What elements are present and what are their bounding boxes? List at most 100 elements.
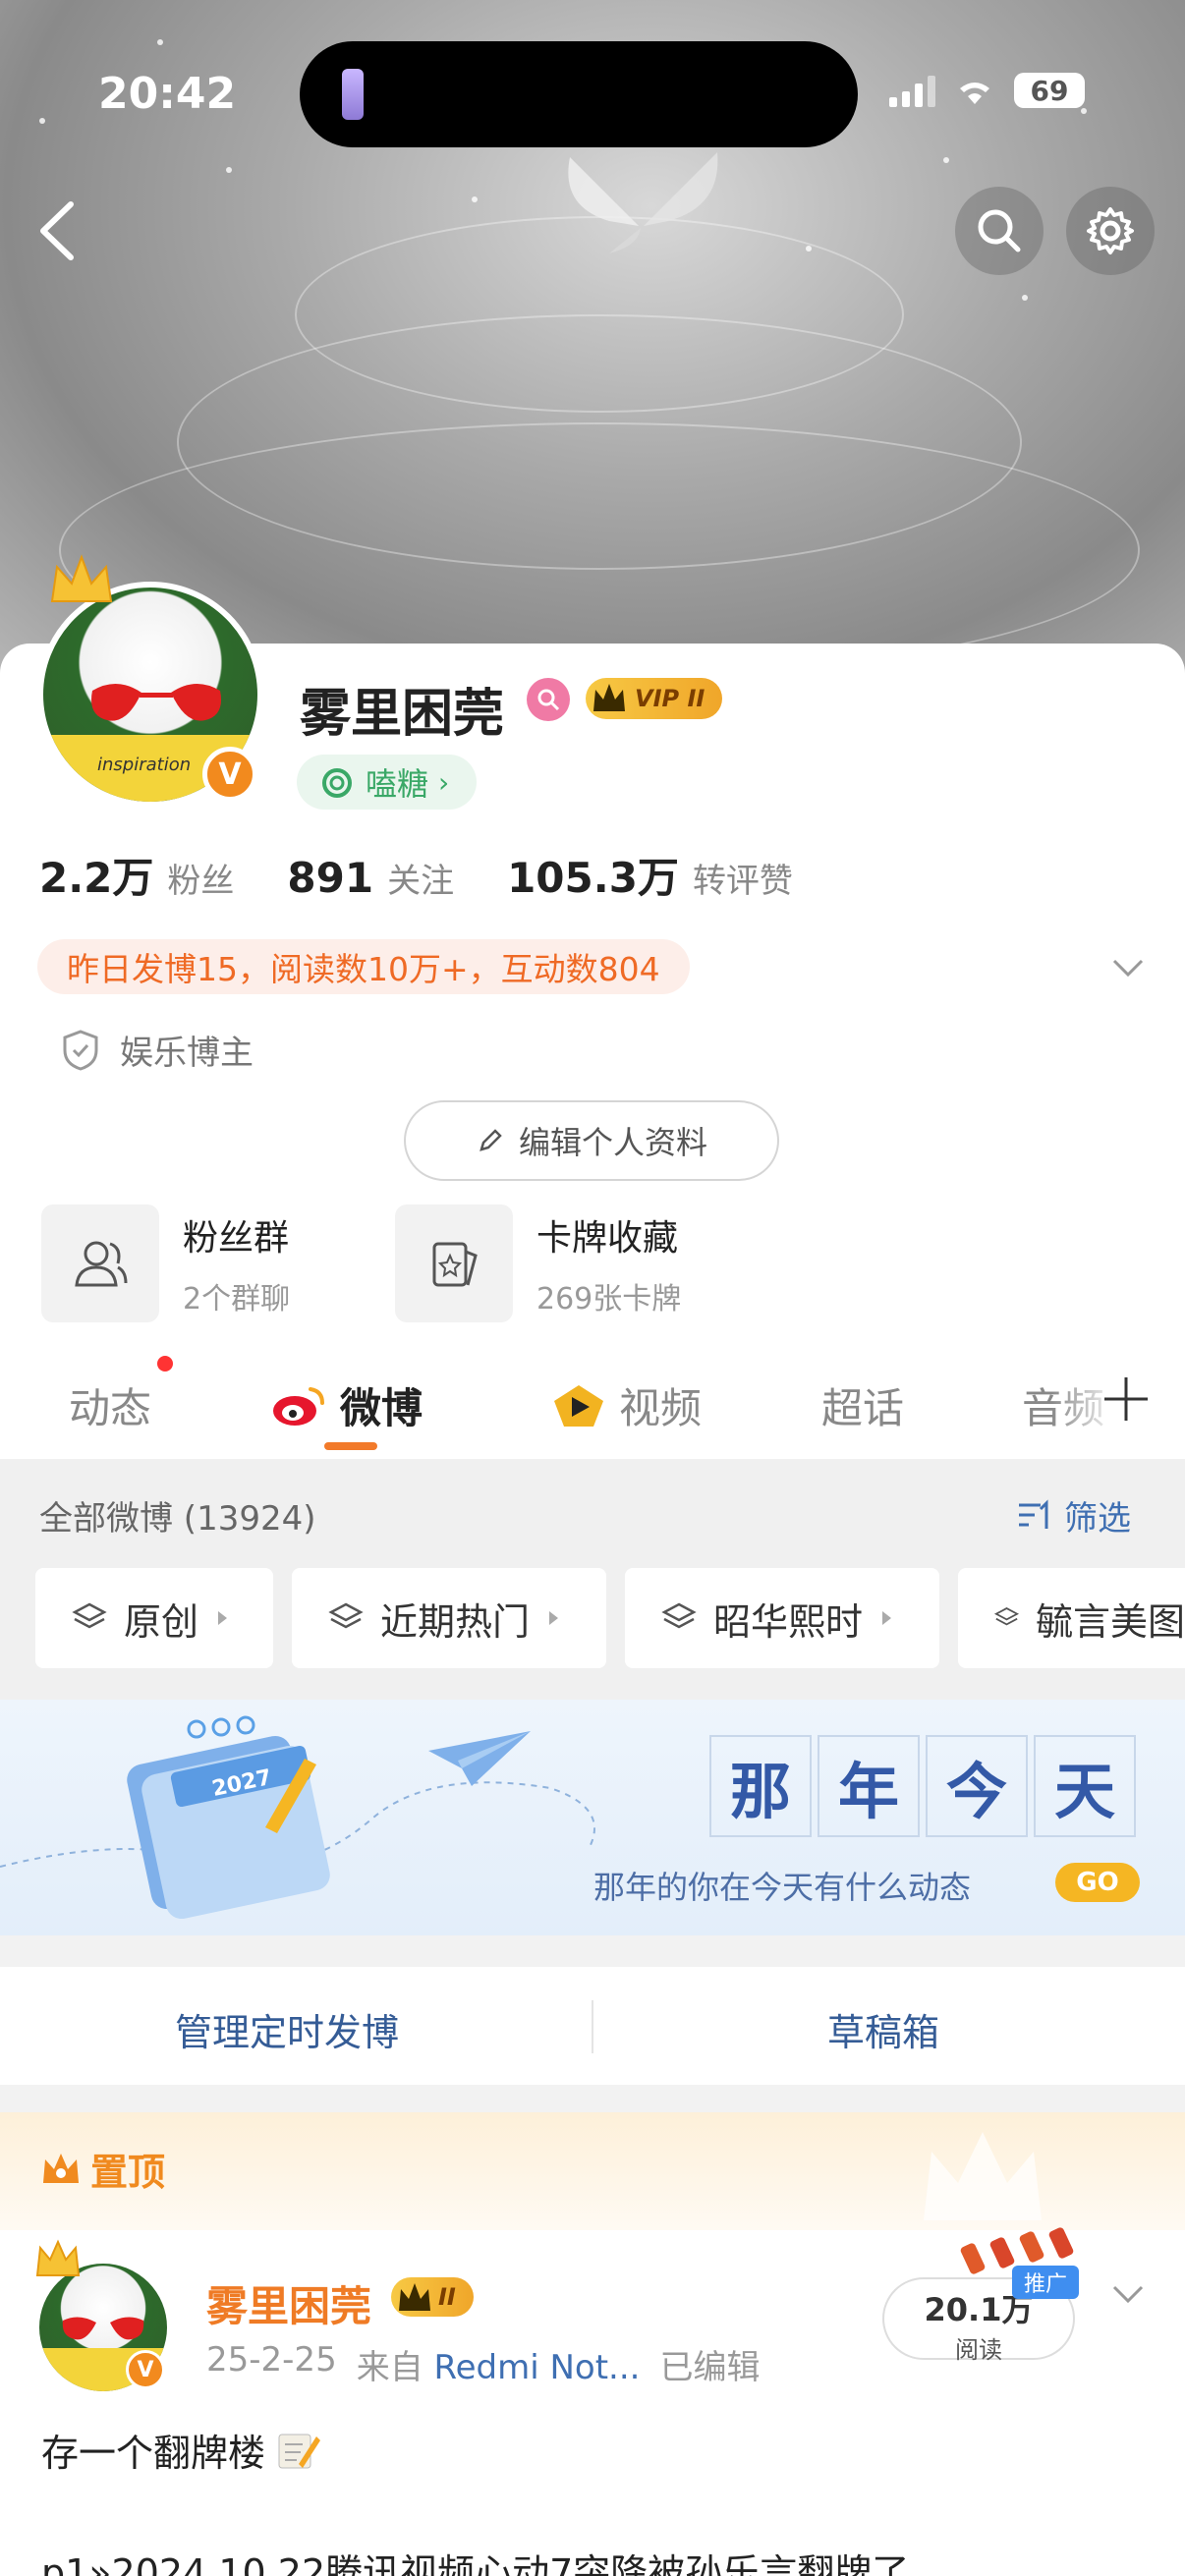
triangle-right-icon — [218, 1611, 228, 1625]
divider — [592, 2000, 593, 2053]
fan-group-tile[interactable]: 粉丝群 2个群聊 — [41, 1204, 290, 1322]
unread-dot — [157, 1356, 173, 1372]
chip-tag-2[interactable]: 毓言美图 — [958, 1568, 1185, 1668]
post-menu-chevron-icon[interactable] — [1108, 2279, 1148, 2309]
sparkle — [39, 118, 45, 124]
back-arrow-icon[interactable] — [29, 196, 88, 265]
sparkle — [1022, 295, 1028, 301]
tab-activity[interactable]: 动态 — [69, 1375, 151, 1435]
banner-subtitle: 那年的你在今天有什么动态 — [593, 1869, 972, 1906]
triangle-right-icon — [882, 1611, 892, 1625]
tile-title: 卡牌收藏 — [536, 1218, 679, 1259]
chip-label: 毓言美图 — [1035, 1599, 1185, 1644]
drafts-button[interactable]: 草稿箱 — [827, 2002, 939, 2056]
yesterday-summary[interactable]: 昨日发博15，阅读数10万+，互动数804 — [37, 939, 690, 994]
status-indicators: 69 — [889, 73, 1085, 108]
profile-avatar[interactable]: inspiration V — [37, 554, 263, 808]
search-icon — [978, 209, 1021, 252]
tile-title: 粉丝群 — [183, 1218, 290, 1259]
post-source[interactable]: Redmi Not... — [434, 2348, 641, 2387]
banner-char: 那 — [709, 1735, 812, 1837]
expand-chevron-icon[interactable] — [1108, 953, 1148, 982]
female-gender-icon — [527, 678, 570, 721]
plus-icon[interactable] — [1100, 1373, 1152, 1425]
gear-icon — [1087, 207, 1134, 254]
post-date: 25-2-25 — [206, 2340, 337, 2380]
post-text-line2: p1»2024.10.22腾讯视频心动7突降被孙乐言翻牌了 — [41, 2551, 910, 2576]
stat-value: 105.3万 — [507, 854, 679, 902]
pin-text: 置顶 — [90, 2151, 166, 2194]
stat-value: 891 — [287, 854, 374, 902]
group-icon — [75, 1241, 128, 1287]
battery-indicator: 69 — [1014, 73, 1085, 108]
source-prefix: 来自 — [356, 2348, 423, 2387]
stat-followers[interactable]: 2.2万 粉丝 — [39, 845, 234, 905]
vip-crown-icon — [399, 2283, 430, 2311]
profile-stats: 2.2万 粉丝 891 关注 105.3万 转评赞 — [39, 845, 846, 905]
tab-label: 微博 — [340, 1384, 423, 1432]
post-text: 存一个翻牌楼 — [41, 2423, 322, 2477]
active-tab-indicator — [324, 1442, 377, 1450]
tag-pill[interactable]: 嗑糖 › — [297, 755, 478, 810]
post-author-name[interactable]: 雾里困莞 — [206, 2273, 371, 2333]
vip-badge[interactable]: VIP II — [586, 678, 723, 719]
vip-level: II — [438, 2283, 456, 2311]
promote-badge[interactable]: 推广 — [1012, 2266, 1080, 2299]
chip-original[interactable]: 原创 — [35, 1568, 273, 1668]
filter-button[interactable]: 筛选 — [1017, 1491, 1131, 1540]
filter-icon — [1019, 1498, 1048, 1529]
scheduled-posts-button[interactable]: 管理定时发博 — [175, 2002, 399, 2056]
sparkle — [226, 167, 232, 173]
chip-label: 昭华熙时 — [713, 1599, 864, 1644]
card-collection-tile[interactable]: 卡牌收藏 269张卡牌 — [395, 1204, 681, 1322]
sparkle — [943, 157, 949, 163]
verified-v-icon: V — [202, 747, 257, 802]
tag-label: 嗑糖 — [366, 765, 429, 803]
settings-button[interactable] — [1066, 187, 1155, 275]
tab-weibo[interactable]: 微博 — [271, 1375, 423, 1435]
lollipop-icon — [322, 768, 352, 798]
chip-label: 原创 — [124, 1599, 199, 1644]
memo-emoji-icon — [278, 2434, 321, 2468]
avatar-image — [91, 683, 221, 721]
layers-icon — [661, 1602, 697, 1629]
banner-char: 年 — [818, 1735, 920, 1837]
layers-icon — [72, 1602, 107, 1629]
crown-icon — [35, 2239, 81, 2276]
banner-char: 天 — [1034, 1735, 1136, 1837]
status-time: 20:42 — [98, 69, 237, 119]
dynamic-island — [300, 41, 858, 147]
edited-label: 已编辑 — [659, 2348, 761, 2387]
stat-interactions[interactable]: 105.3万 转评赞 — [507, 845, 793, 905]
chip-tag-1[interactable]: 昭华熙时 — [625, 1568, 939, 1668]
search-button[interactable] — [955, 187, 1044, 275]
shield-icon — [63, 1029, 98, 1071]
blogger-type[interactable]: 娱乐博主 — [61, 1026, 254, 1074]
sparkle — [806, 246, 812, 252]
chevron-right-icon: › — [438, 765, 450, 799]
tile-subtitle: 269张卡牌 — [536, 1282, 682, 1316]
crown-icon — [43, 2153, 79, 2183]
pinned-label: 置顶 — [39, 2142, 165, 2196]
flashlight-icon — [342, 69, 364, 120]
stat-label: 转评赞 — [692, 862, 793, 901]
sparkle — [157, 39, 163, 45]
pencil-icon — [480, 1129, 502, 1151]
post-vip-badge[interactable]: II — [391, 2277, 474, 2317]
banner-char: 今 — [926, 1735, 1028, 1837]
vip-level: II — [687, 685, 705, 712]
chip-recent-hot[interactable]: 近期热门 — [292, 1568, 606, 1668]
vip-label: VIP — [635, 685, 680, 712]
video-play-icon — [554, 1384, 603, 1427]
stat-following[interactable]: 891 关注 — [287, 854, 454, 902]
blogger-type-label: 娱乐博主 — [120, 1034, 254, 1073]
tab-super-topic[interactable]: 超话 — [821, 1375, 904, 1435]
edit-profile-button[interactable]: 编辑个人资料 — [404, 1100, 779, 1181]
banner-go-button[interactable]: GO — [1055, 1863, 1140, 1902]
stat-value: 2.2万 — [39, 854, 154, 902]
content-tabs: 动态 微博 视频 超话 音频 — [0, 1356, 1185, 1459]
chip-label: 近期热门 — [380, 1599, 531, 1644]
tab-video[interactable]: 视频 — [550, 1375, 702, 1435]
tile-subtitle: 2个群聊 — [183, 1282, 291, 1316]
pin-header — [0, 2112, 1185, 2230]
